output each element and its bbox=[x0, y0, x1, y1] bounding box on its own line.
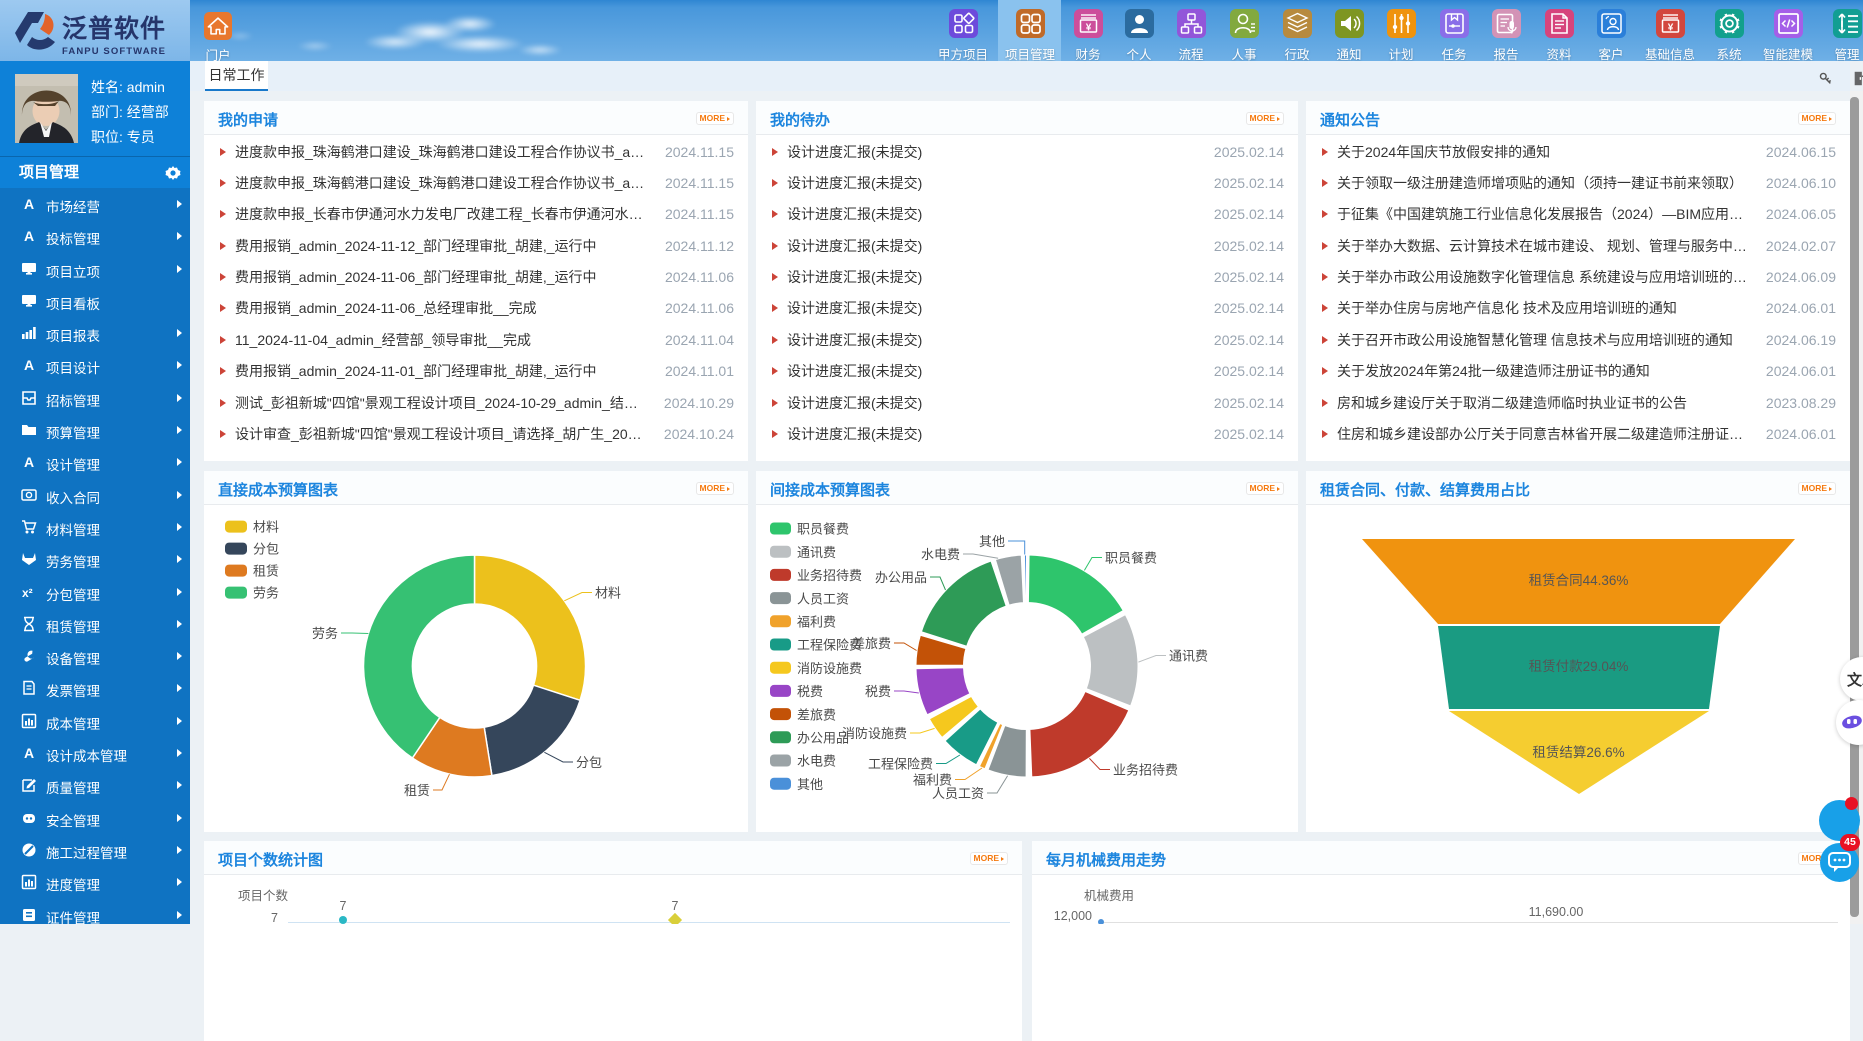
svg-text:通讯费: 通讯费 bbox=[1169, 649, 1208, 664]
svg-text:租赁付款29.04%: 租赁付款29.04% bbox=[1529, 659, 1629, 674]
svg-text:业务招待费: 业务招待费 bbox=[1113, 763, 1178, 778]
svg-text:A: A bbox=[24, 228, 34, 244]
svg-text:12,000: 12,000 bbox=[1054, 909, 1092, 923]
svg-text:办公用品: 办公用品 bbox=[875, 570, 927, 585]
svg-text:工程保险费: 工程保险费 bbox=[868, 757, 933, 772]
svg-text:x²: x² bbox=[22, 586, 33, 600]
svg-text:7: 7 bbox=[340, 899, 347, 913]
svg-text:租赁结算26.6%: 租赁结算26.6% bbox=[1532, 745, 1624, 760]
svg-text:劳务: 劳务 bbox=[312, 626, 338, 641]
svg-text:项目个数: 项目个数 bbox=[238, 888, 289, 903]
svg-text:租赁合同44.36%: 租赁合同44.36% bbox=[1529, 573, 1629, 588]
svg-text:¥: ¥ bbox=[1667, 23, 1673, 34]
svg-text:A: A bbox=[24, 357, 34, 373]
svg-text:分包: 分包 bbox=[576, 755, 602, 770]
svg-text:水电费: 水电费 bbox=[797, 754, 836, 769]
svg-text:劳务: 劳务 bbox=[253, 586, 279, 601]
svg-text:7: 7 bbox=[672, 899, 679, 913]
svg-text:材料: 材料 bbox=[595, 586, 621, 601]
svg-text:人员工资: 人员工资 bbox=[932, 786, 984, 801]
svg-text:租赁: 租赁 bbox=[253, 564, 279, 579]
svg-text:人员工资: 人员工资 bbox=[797, 591, 849, 606]
svg-text:A: A bbox=[24, 454, 34, 470]
svg-text:消防设施费: 消防设施费 bbox=[842, 726, 907, 741]
svg-text:A: A bbox=[24, 196, 34, 212]
svg-text:7: 7 bbox=[271, 911, 278, 924]
svg-text:A: A bbox=[24, 745, 34, 761]
svg-text:通讯费: 通讯费 bbox=[797, 545, 836, 560]
svg-text:税费: 税费 bbox=[797, 684, 823, 699]
svg-text:业务招待费: 业务招待费 bbox=[797, 568, 862, 583]
svg-text:水电费: 水电费 bbox=[921, 547, 960, 562]
svg-text:福利费: 福利费 bbox=[797, 615, 836, 630]
svg-text:材料: 材料 bbox=[253, 520, 279, 535]
svg-text:职员餐费: 职员餐费 bbox=[797, 522, 849, 537]
svg-text:福利费: 福利费 bbox=[913, 773, 952, 788]
svg-text:租赁: 租赁 bbox=[404, 783, 430, 798]
svg-text:差旅费: 差旅费 bbox=[852, 636, 891, 651]
svg-text:其他: 其他 bbox=[979, 534, 1005, 549]
svg-text:消防设施费: 消防设施费 bbox=[797, 661, 862, 676]
svg-text:职员餐费: 职员餐费 bbox=[1105, 551, 1157, 566]
svg-text:¥: ¥ bbox=[1085, 23, 1091, 34]
svg-text:11,690.00: 11,690.00 bbox=[1529, 905, 1584, 919]
svg-text:其他: 其他 bbox=[797, 777, 823, 792]
svg-text:分包: 分包 bbox=[253, 542, 279, 557]
svg-text:税费: 税费 bbox=[865, 684, 891, 699]
svg-text:机械费用: 机械费用 bbox=[1084, 888, 1134, 903]
svg-text:差旅费: 差旅费 bbox=[797, 707, 836, 722]
